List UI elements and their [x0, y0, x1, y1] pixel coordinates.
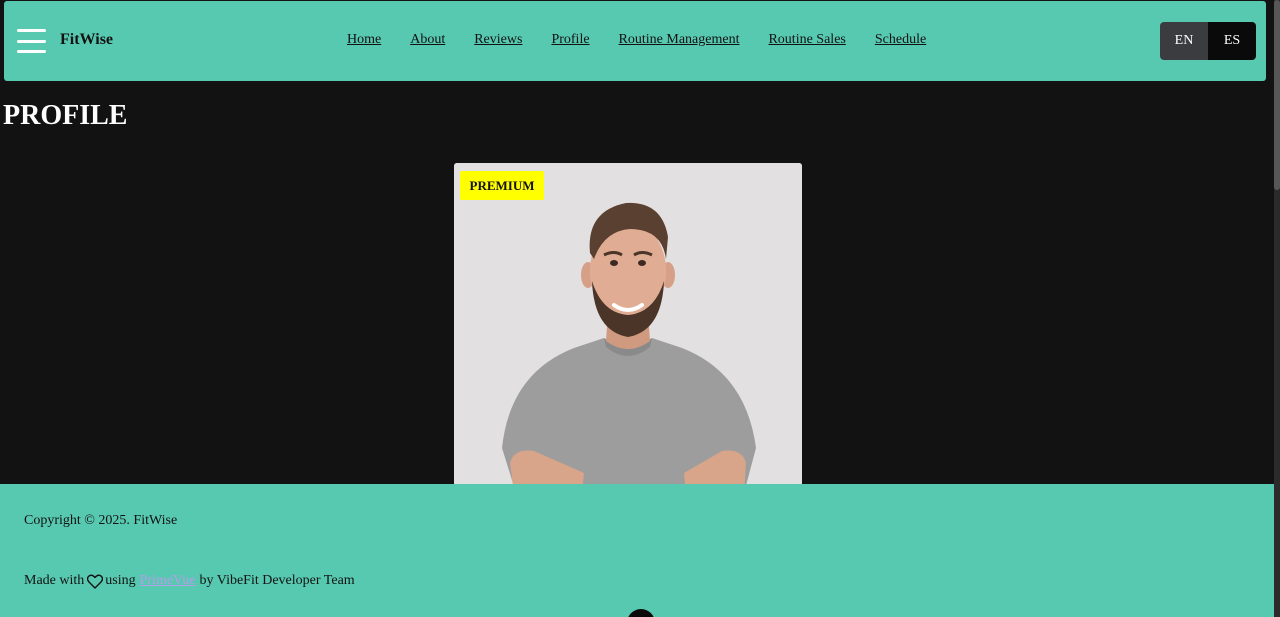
premium-badge: PREMIUM [460, 171, 544, 200]
made-with-text: Made with using PrimeVue by VibeFit Deve… [24, 573, 355, 589]
hamburger-menu-icon[interactable] [17, 29, 46, 53]
primevue-link[interactable]: PrimeVue [140, 573, 196, 589]
profile-photo [454, 163, 802, 493]
main-nav: Home About Reviews Profile Routine Manag… [347, 32, 926, 48]
nav-reviews[interactable]: Reviews [474, 32, 522, 48]
nav-about[interactable]: About [410, 32, 445, 48]
top-navbar: FitWise Home About Reviews Profile Routi… [4, 1, 1266, 81]
nav-home[interactable]: Home [347, 32, 381, 48]
nav-schedule[interactable]: Schedule [875, 32, 926, 48]
scrollbar-thumb[interactable] [1274, 0, 1280, 190]
brand-logo[interactable]: FitWise [60, 31, 113, 49]
made-with-using: using [105, 573, 136, 588]
nav-routine-management[interactable]: Routine Management [619, 32, 740, 48]
language-switcher: EN ES [1160, 22, 1256, 60]
scroll-top-button[interactable] [627, 609, 655, 617]
page-title: PROFILE [3, 100, 128, 131]
page: FitWise Home About Reviews Profile Routi… [0, 0, 1280, 617]
page-scrollbar[interactable] [1274, 0, 1280, 617]
made-with-prefix: Made with [24, 573, 85, 588]
language-en-button[interactable]: EN [1160, 22, 1208, 60]
copyright-text: Copyright © 2025. FitWise [24, 513, 178, 528]
made-with-suffix: by VibeFit Developer Team [199, 573, 355, 588]
language-es-button[interactable]: ES [1208, 22, 1256, 60]
heart-icon [87, 574, 104, 589]
profile-card: PREMIUM [454, 163, 802, 493]
nav-profile[interactable]: Profile [551, 32, 589, 48]
footer: Copyright © 2025. FitWise Made with usin… [0, 484, 1274, 617]
nav-routine-sales[interactable]: Routine Sales [768, 32, 845, 48]
